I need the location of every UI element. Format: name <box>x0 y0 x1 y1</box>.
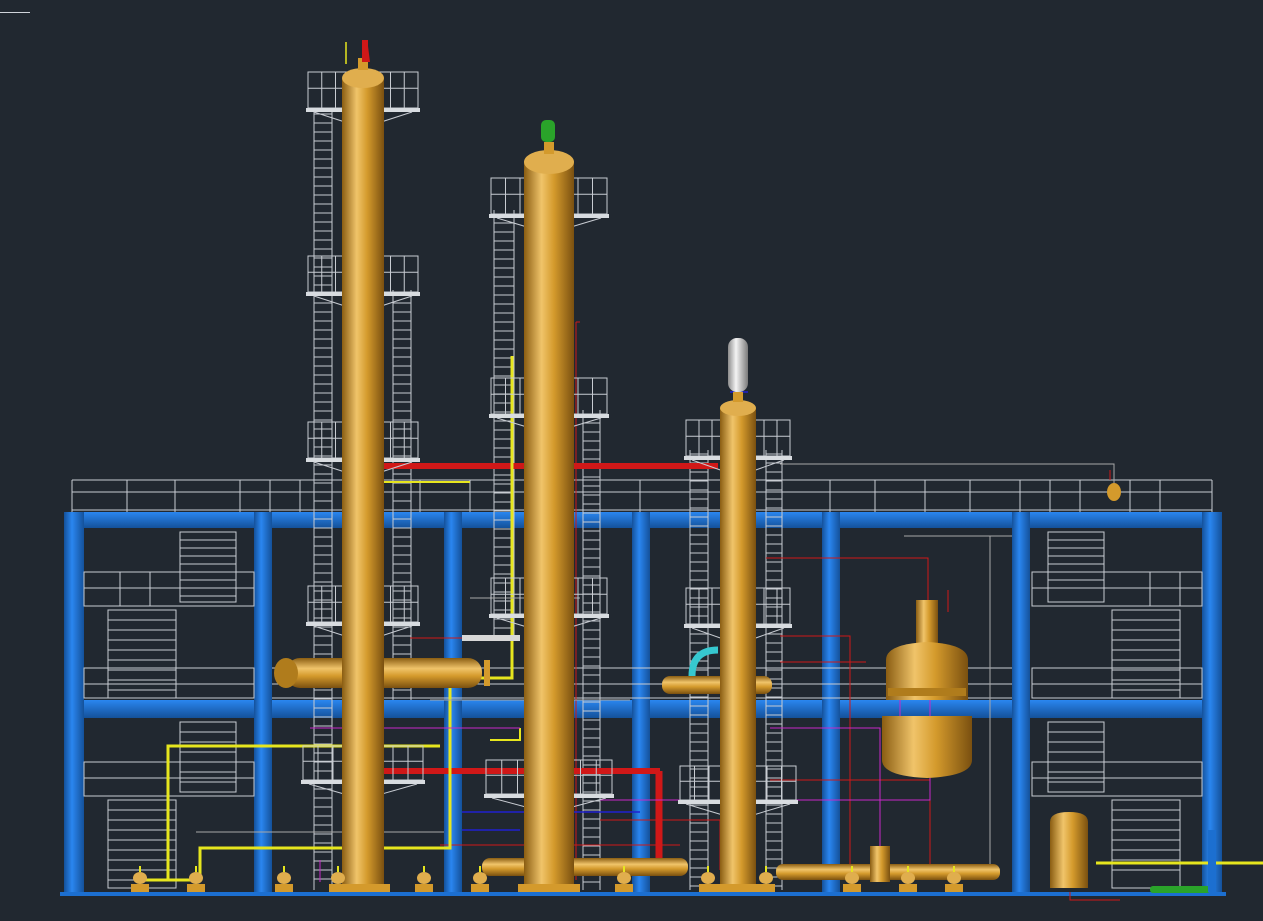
reboiler-3[interactable] <box>482 858 688 876</box>
deck-valve[interactable] <box>1107 483 1121 501</box>
storage-tank[interactable] <box>1050 812 1088 888</box>
vent-nozzle-tower-1 <box>362 40 370 62</box>
pump-5[interactable] <box>415 866 433 892</box>
model-space-viewport[interactable] <box>0 0 1263 921</box>
tower-1[interactable] <box>336 58 390 892</box>
stair-right-upper <box>1031 531 1203 699</box>
plant-elevation-drawing[interactable] <box>0 0 1263 921</box>
reactor-vessel[interactable] <box>882 600 972 778</box>
reflux-drum[interactable] <box>776 846 1000 882</box>
pump-3[interactable] <box>275 866 293 892</box>
pump-8[interactable] <box>699 866 717 892</box>
top-deck-railing <box>71 479 1213 512</box>
stair-left-upper <box>83 531 255 699</box>
tower-2[interactable] <box>518 120 580 892</box>
pump-2[interactable] <box>187 866 205 892</box>
pump-9[interactable] <box>757 866 775 892</box>
tower-3[interactable] <box>714 338 762 892</box>
ucs-corner-mark <box>0 12 30 13</box>
